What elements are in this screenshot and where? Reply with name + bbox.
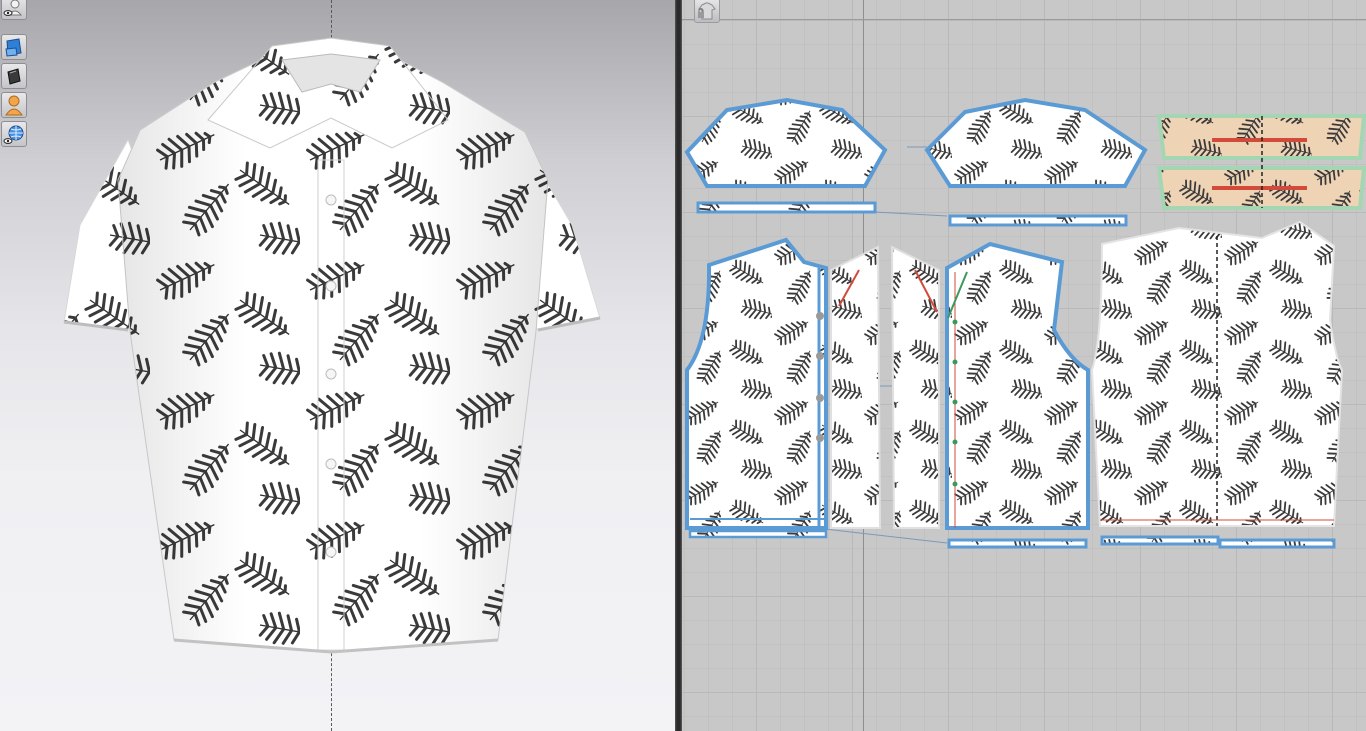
avatar-eye-icon [3,0,23,16]
pattern-piece-front-right[interactable] [945,241,1090,530]
pattern-piece-hem-front-right[interactable] [947,538,1088,549]
pattern-piece-sleeve-right[interactable] [924,97,1148,188]
garment-display-tool[interactable] [1,34,27,60]
pattern-piece-sleeve-left[interactable] [684,97,888,188]
pattern-piece-sleeve-band-right[interactable] [948,214,1128,227]
pattern-piece-front-left[interactable] [685,237,828,530]
dark-fabric-icon [7,68,21,85]
texture-display-tool[interactable] [1,63,27,89]
3d-viewport[interactable] [0,0,675,731]
blue-garment-icon [5,38,22,57]
globe-eye-icon [3,125,24,144]
avatar-visibility-tool[interactable] [1,0,27,20]
3d-shirt-garment[interactable] [0,0,675,731]
environment-tool[interactable] [1,121,27,147]
pattern-piece-hem-front-left[interactable] [688,529,828,539]
window-splitter[interactable] [675,0,682,731]
button-placket [317,159,345,651]
avatar-tool[interactable] [1,92,27,118]
pattern-piece-hem-back-right[interactable] [1218,538,1336,549]
2d-pattern-window[interactable] [682,0,1366,731]
pattern-piece-hem-back-left[interactable] [1100,535,1220,546]
orange-avatar-icon [5,95,23,116]
pattern-piece-sleeve-band-left[interactable] [696,201,877,214]
pattern-piece-facing-right[interactable] [890,245,940,529]
pattern-pieces-canvas[interactable] [682,0,1366,731]
pattern-piece-facing-left[interactable] [830,245,882,529]
app-window [0,0,1366,731]
